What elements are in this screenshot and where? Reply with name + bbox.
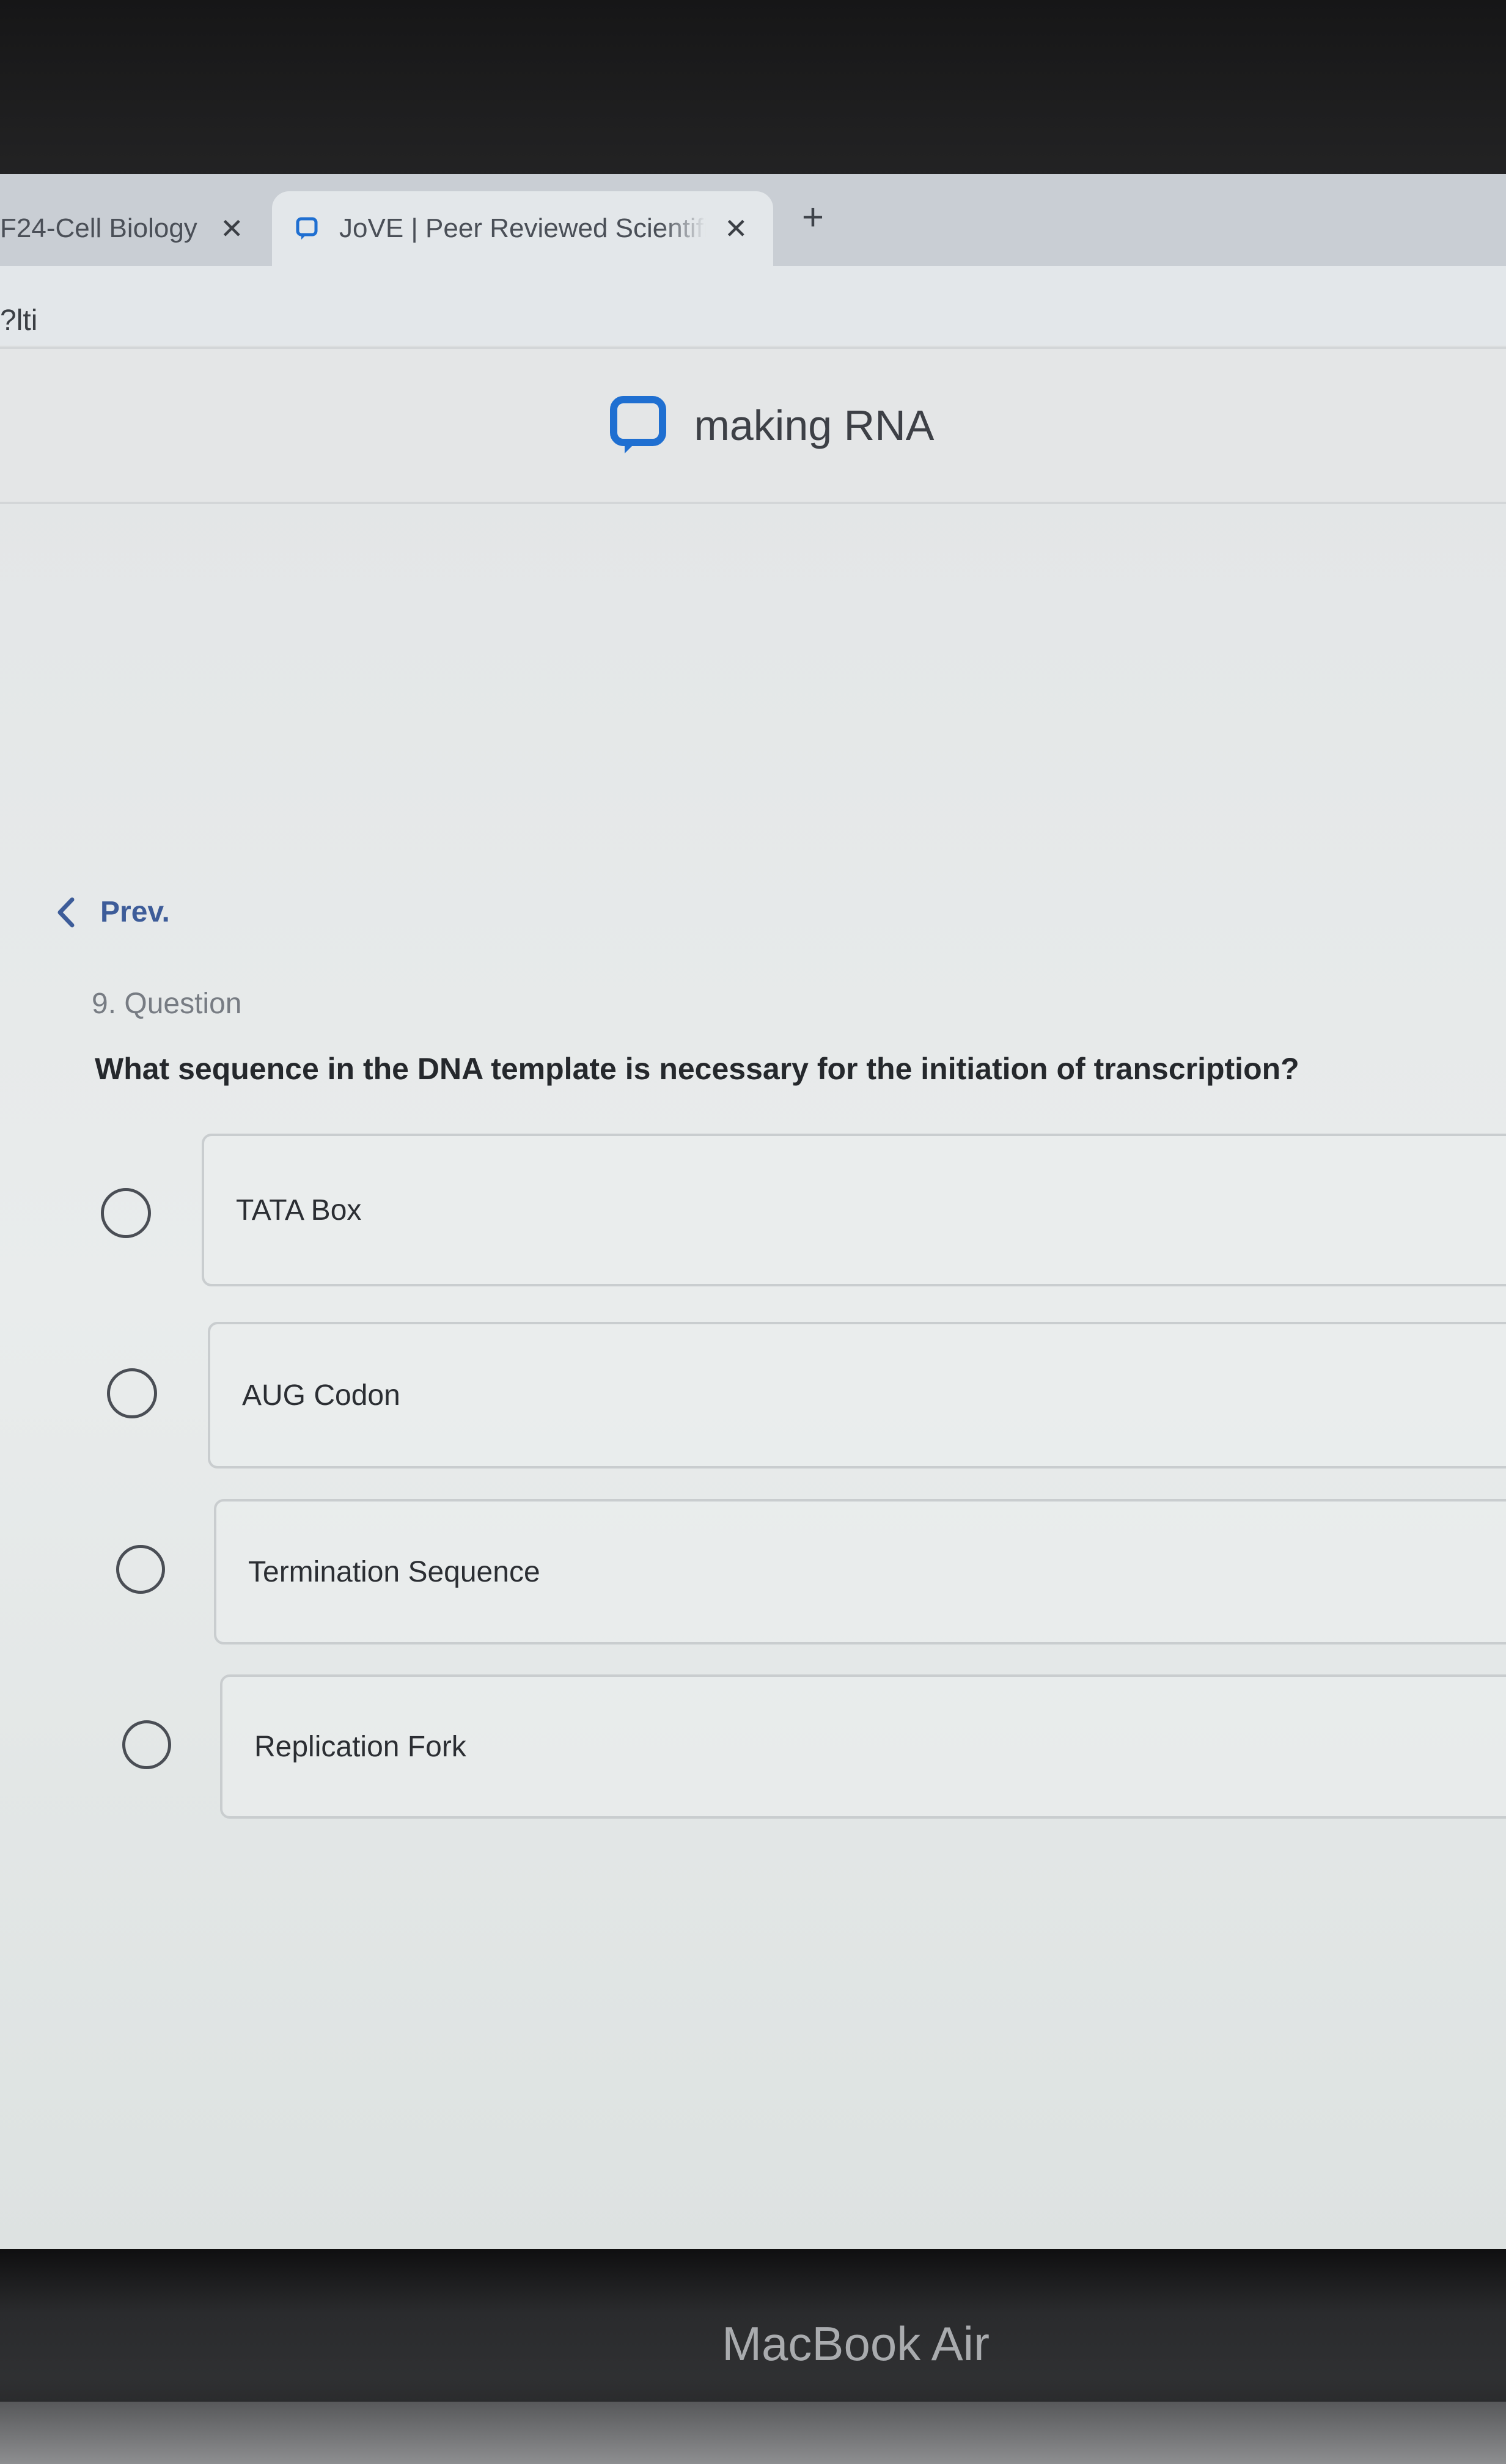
radio-button[interactable]: [107, 1368, 157, 1418]
question-number: 9. Question: [92, 988, 242, 1020]
close-icon[interactable]: ✕: [724, 212, 748, 245]
new-tab-button[interactable]: +: [795, 196, 831, 238]
chat-bubble-icon: [296, 217, 318, 240]
screen: F24-Cell Biology ✕ JoVE | Peer Reviewed …: [0, 174, 1506, 2249]
close-icon[interactable]: ✕: [220, 212, 244, 245]
radio-button[interactable]: [101, 1188, 151, 1238]
course-header: making RNA: [0, 346, 1506, 504]
option-label: TATA Box: [236, 1194, 362, 1226]
page-content: making RNA Prev. 9. Question What sequen…: [0, 345, 1506, 2249]
chevron-left-icon: [57, 897, 75, 927]
prev-label: Prev.: [100, 896, 170, 928]
tab-jove[interactable]: JoVE | Peer Reviewed Scientific ✕: [272, 191, 773, 266]
radio-button[interactable]: [116, 1545, 165, 1594]
url-text: ?lti: [0, 304, 38, 337]
page-title: making RNA: [694, 402, 935, 449]
question-text: What sequence in the DNA template is nec…: [95, 1052, 1299, 1086]
device-label: MacBook Air: [722, 2317, 990, 2370]
option-aug-codon[interactable]: AUG Codon: [208, 1322, 1506, 1469]
option-label: Replication Fork: [254, 1730, 466, 1763]
option-termination-sequence[interactable]: Termination Sequence: [214, 1499, 1506, 1645]
option-radio-termination-sequence[interactable]: [116, 1499, 165, 1640]
option-replication-fork[interactable]: Replication Fork: [220, 1674, 1506, 1819]
prev-button[interactable]: Prev.: [55, 895, 170, 929]
tab-cell-biology[interactable]: F24-Cell Biology ✕: [0, 191, 263, 266]
option-label: Termination Sequence: [248, 1555, 540, 1588]
option-radio-aug-codon[interactable]: [107, 1323, 157, 1464]
option-label: AUG Codon: [242, 1379, 400, 1412]
address-bar[interactable]: ?lti: [0, 266, 1506, 345]
chat-bubble-icon: [609, 396, 666, 453]
laptop-bezel-top: [0, 0, 1506, 177]
laptop-hinge: [0, 2402, 1506, 2464]
option-radio-tata-box[interactable]: [101, 1143, 151, 1283]
browser-tab-bar: F24-Cell Biology ✕ JoVE | Peer Reviewed …: [0, 174, 1506, 266]
option-tata-box[interactable]: TATA Box: [202, 1134, 1506, 1286]
radio-button[interactable]: [122, 1720, 171, 1769]
tab-title: JoVE | Peer Reviewed Scientific: [339, 213, 706, 243]
option-radio-replication-fork[interactable]: [122, 1674, 171, 1815]
tab-title: F24-Cell Biology: [0, 213, 197, 243]
